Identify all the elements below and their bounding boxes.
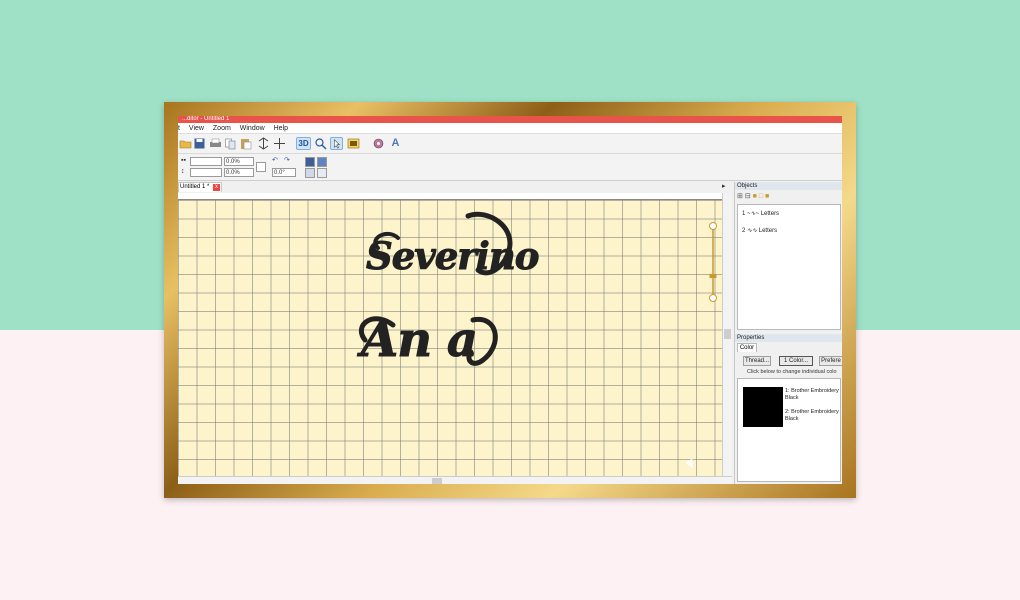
image-icon[interactable] [347, 137, 360, 150]
print-icon[interactable] [209, 137, 222, 150]
letters-icon: ∿∿ [747, 228, 759, 234]
menu-zoom[interactable]: Zoom [213, 125, 231, 132]
width-icon: ▪▪ [181, 157, 186, 164]
height-icon: ↕ [181, 168, 185, 175]
menu-window[interactable]: Window [240, 125, 265, 132]
thread-button[interactable]: Thread... [743, 356, 771, 366]
document-area: Untitled 1 * x ▸ Severino An a [178, 182, 732, 484]
flip-icon[interactable] [257, 137, 270, 150]
close-tab-icon[interactable]: x [213, 184, 220, 191]
zoom-icon[interactable] [314, 137, 327, 150]
object-item[interactable]: 2 ∿∿ Letters [742, 227, 777, 234]
letters-icon: ~∿~ [747, 211, 761, 217]
design-text-ana[interactable]: An a [361, 312, 479, 369]
width-field[interactable] [190, 157, 222, 166]
lock-all-icon[interactable]: ■ [765, 193, 769, 200]
horizontal-ruler [178, 193, 722, 206]
properties-toolbar: ▪▪ 0.0% ↕ 0.0% ↶ ↷ 0.0° [178, 154, 842, 181]
arrange-icon[interactable] [305, 168, 315, 178]
3d-view-button[interactable]: 3D [296, 137, 311, 150]
height-field[interactable] [190, 168, 222, 177]
zoom-slider[interactable] [709, 222, 717, 302]
rotate-angle-field[interactable]: 0.0° [272, 168, 296, 177]
stitch-icon[interactable] [372, 137, 385, 150]
menu-view[interactable]: View [189, 125, 204, 132]
rotate-left-icon[interactable]: ↶ [272, 156, 278, 164]
design-canvas[interactable]: Severino An a [178, 200, 722, 476]
copy-icon[interactable] [224, 137, 237, 150]
design-text-severino[interactable]: Severino [365, 234, 539, 279]
window-title: ...ditor - Untitled 1 [182, 116, 230, 122]
collapse-icon[interactable]: ⊟ [745, 193, 751, 200]
preferences-button[interactable]: Prefere [819, 356, 842, 366]
main-toolbar: 3D A [178, 134, 842, 154]
mirror-icon[interactable] [273, 137, 286, 150]
color-hint: Click below to change individual colo [747, 369, 837, 375]
unlock-icon[interactable]: □ [759, 193, 763, 200]
object-item[interactable]: 1 ~∿~ Letters [742, 210, 779, 217]
tab-color[interactable]: Color [737, 343, 757, 352]
align-icon[interactable] [305, 157, 315, 167]
thread-color-1[interactable]: 1: Brother Embroidery Black [785, 388, 839, 401]
mouse-cursor [685, 458, 697, 471]
distribute-icon[interactable] [317, 168, 327, 178]
menu-help[interactable]: Help [274, 125, 288, 132]
document-tab[interactable]: Untitled 1 * x [178, 182, 222, 192]
lock-aspect-icon[interactable] [256, 162, 266, 172]
embroidery-editor-window: ...ditor - Untitled 1 t View Zoom Window… [178, 116, 842, 484]
thread-color-2[interactable]: 2: Brother Embroidery Black [785, 409, 839, 422]
properties-header: Properties [735, 334, 842, 342]
vertical-scrollbar[interactable] [722, 193, 732, 476]
rotate-right-icon[interactable]: ↷ [284, 156, 290, 164]
open-icon[interactable] [179, 137, 192, 150]
expand-icon[interactable]: ⊞ [737, 193, 743, 200]
tab-scroll-arrow-icon[interactable]: ▸ [722, 182, 726, 190]
objects-header: Objects [735, 182, 842, 190]
paste-icon[interactable] [239, 137, 252, 150]
text-tool-icon[interactable]: A [389, 137, 402, 150]
height-percent-field[interactable]: 0.0% [224, 168, 254, 177]
width-percent-field[interactable]: 0.0% [224, 157, 254, 166]
save-icon[interactable] [193, 137, 206, 150]
document-tab-label: Untitled 1 * [180, 184, 210, 190]
horizontal-scroll-thumb[interactable] [432, 478, 442, 484]
objects-list: 1 ~∿~ Letters 2 ∿∿ Letters [737, 204, 841, 330]
menu-bar: t View Zoom Window Help [178, 123, 842, 134]
vertical-scroll-thumb[interactable] [724, 329, 731, 339]
center-icon[interactable] [317, 157, 327, 167]
objects-toolbar: ⊞ ⊟ ■ □ ■ [737, 192, 769, 200]
menu-edit[interactable]: t [178, 125, 180, 132]
lock-icon[interactable]: ■ [753, 193, 757, 200]
right-panel: Objects ⊞ ⊟ ■ □ ■ 1 ~∿~ Letters 2 ∿∿ Let… [734, 182, 842, 484]
thread-swatch[interactable] [743, 387, 783, 427]
color-count-button[interactable]: 1 Color... [779, 356, 813, 366]
title-bar: ...ditor - Untitled 1 [178, 116, 842, 123]
select-icon[interactable] [330, 137, 343, 150]
horizontal-scrollbar[interactable] [178, 476, 732, 484]
